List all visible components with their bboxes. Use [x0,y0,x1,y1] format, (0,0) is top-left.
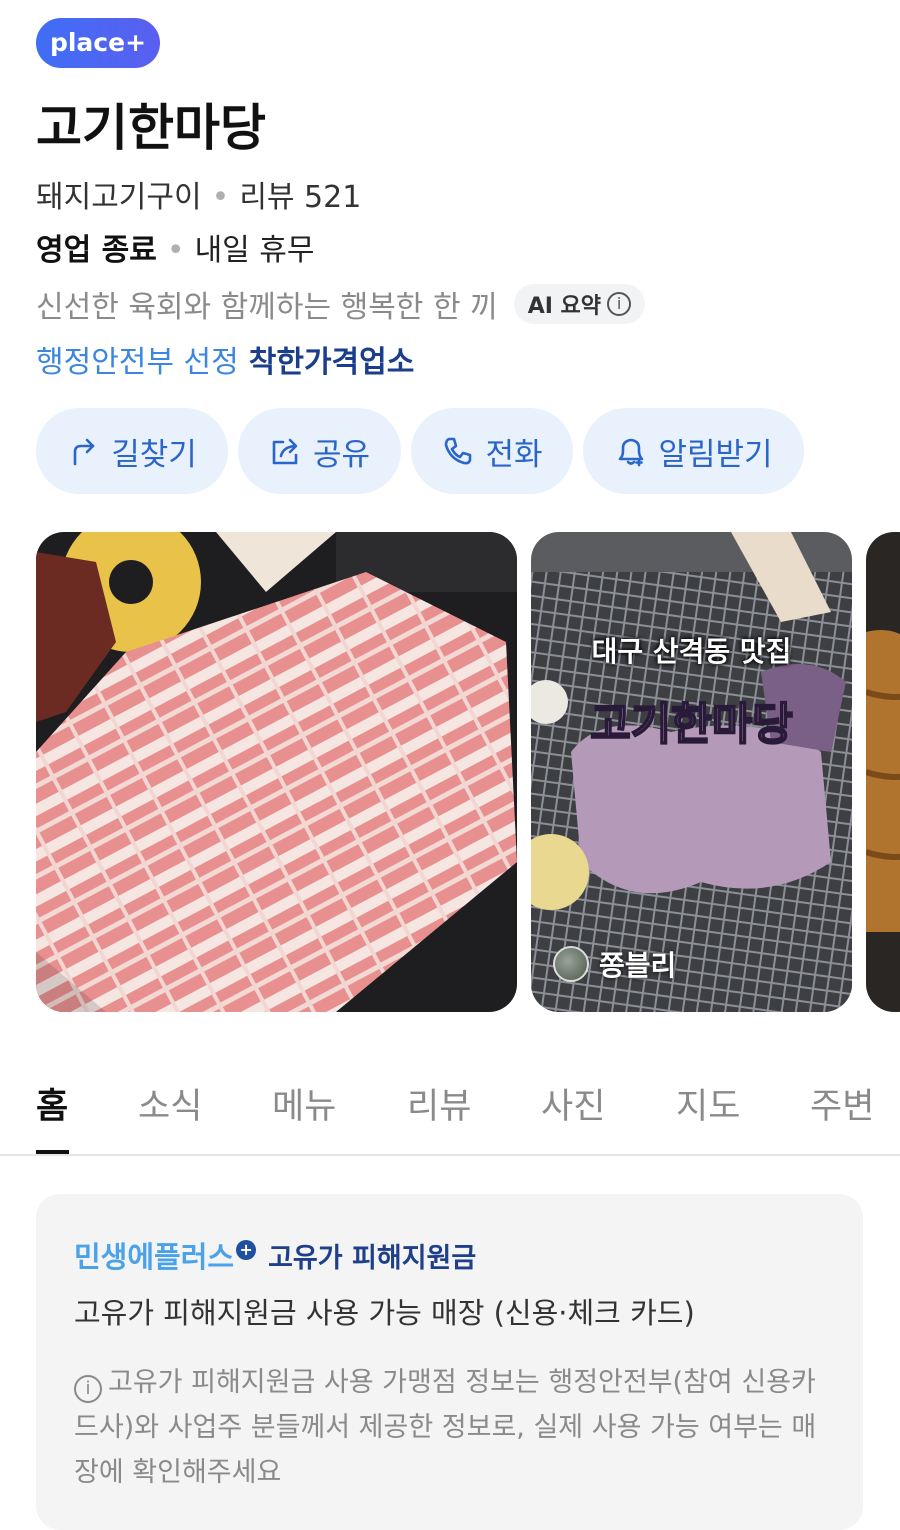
phone-icon [445,437,472,465]
category-row: 돼지고기구이 • 리뷰 521 [36,172,361,216]
author-name: 쫑블리 [599,949,677,982]
section-tabs: 홈 소식 메뉴 리뷰 사진 지도 주변 [0,1058,900,1156]
relief-fund-header: 민생에플러스 + 고유가 피해지원금 [74,1234,476,1276]
review-count-link[interactable]: 리뷰 521 [239,180,361,215]
photo-carousel[interactable]: 대구 산격동 맛집 고기한마당 쫑블리 [36,532,900,1012]
directions-icon [73,438,95,466]
summary-row: 신선한 육회와 함께하는 행복한 한 끼 AI 요약 i [36,282,646,326]
gov-selection-row[interactable]: 행정안전부 선정 착한가격업소 [36,337,414,381]
category-label: 돼지고기구이 [36,180,202,215]
grill-image [531,532,852,1012]
tab-news[interactable]: 소식 [138,1078,202,1129]
bell-icon [619,438,644,467]
tab-menu[interactable]: 메뉴 [272,1078,336,1129]
notify-button[interactable]: 알림받기 [583,408,804,494]
gov-selection-label: 행정안전부 선정 [36,345,239,380]
directions-button[interactable]: 길찾기 [36,408,228,494]
info-icon[interactable]: i [607,292,632,316]
avatar [553,946,589,982]
tab-home[interactable]: 홈 [36,1078,68,1129]
directions-label: 길찾기 [111,436,197,473]
tab-photos[interactable]: 사진 [541,1078,605,1129]
active-tab-indicator [36,1150,69,1154]
relief-fund-card[interactable]: 민생에플러스 + 고유가 피해지원금 고유가 피해지원금 사용 가능 매장 (신용… [36,1194,863,1530]
ai-summary-text: 신선한 육회와 함께하는 행복한 한 끼 [36,290,498,325]
photo-pork-belly[interactable] [36,532,517,1012]
info-icon: i [74,1375,102,1403]
grilled-meat-image [866,532,900,1012]
relief-fund-note: i 고유가 피해지원금 사용 가맹점 정보는 행정안전부(참여 신용카드사)와 사… [74,1360,834,1495]
business-status: 영업 종료 [36,233,157,268]
ai-summary-chip[interactable]: AI 요약 i [513,284,646,324]
business-status-note: 내일 휴무 [194,233,315,268]
place-plus-badge[interactable]: place+ [36,18,160,68]
share-label: 공유 [312,436,371,473]
share-icon [272,438,298,465]
ai-summary-label: AI 요약 [527,294,602,319]
video-overlay-title: 고기한마당 [589,698,793,751]
photo-author[interactable]: 쫑블리 [553,944,676,984]
call-button[interactable]: 전화 [411,408,573,494]
relief-fund-note-text: 고유가 피해지원금 사용 가맹점 정보는 행정안전부(참여 신용카드사)와 사업… [74,1367,817,1488]
separator-dot: • [166,233,185,268]
good-price-store-label: 착한가격업소 [248,345,415,380]
tab-map[interactable]: 지도 [676,1078,740,1129]
minsaeng-plus-logo: 민생에플러스 + [74,1234,257,1276]
share-button[interactable]: 공유 [238,408,401,494]
pork-belly-image [36,532,517,1012]
photo-next-preview[interactable] [866,532,900,1012]
place-title: 고기한마당 [36,99,266,157]
plus-icon: + [236,1240,257,1260]
video-overlay-subtitle: 대구 산격동 맛집 [591,635,792,668]
relief-fund-title: 고유가 피해지원금 [268,1243,477,1274]
tab-nearby[interactable]: 주변 [810,1078,874,1129]
separator-dot: • [211,180,230,215]
relief-fund-subtitle: 고유가 피해지원금 사용 가능 매장 (신용·체크 카드) [74,1296,695,1330]
tab-reviews[interactable]: 리뷰 [407,1078,471,1129]
notify-label: 알림받기 [658,436,773,473]
photo-video-review[interactable]: 대구 산격동 맛집 고기한마당 쫑블리 [531,532,852,1012]
call-label: 전화 [485,436,543,473]
business-status-row[interactable]: 영업 종료 • 내일 휴무 [36,225,315,269]
